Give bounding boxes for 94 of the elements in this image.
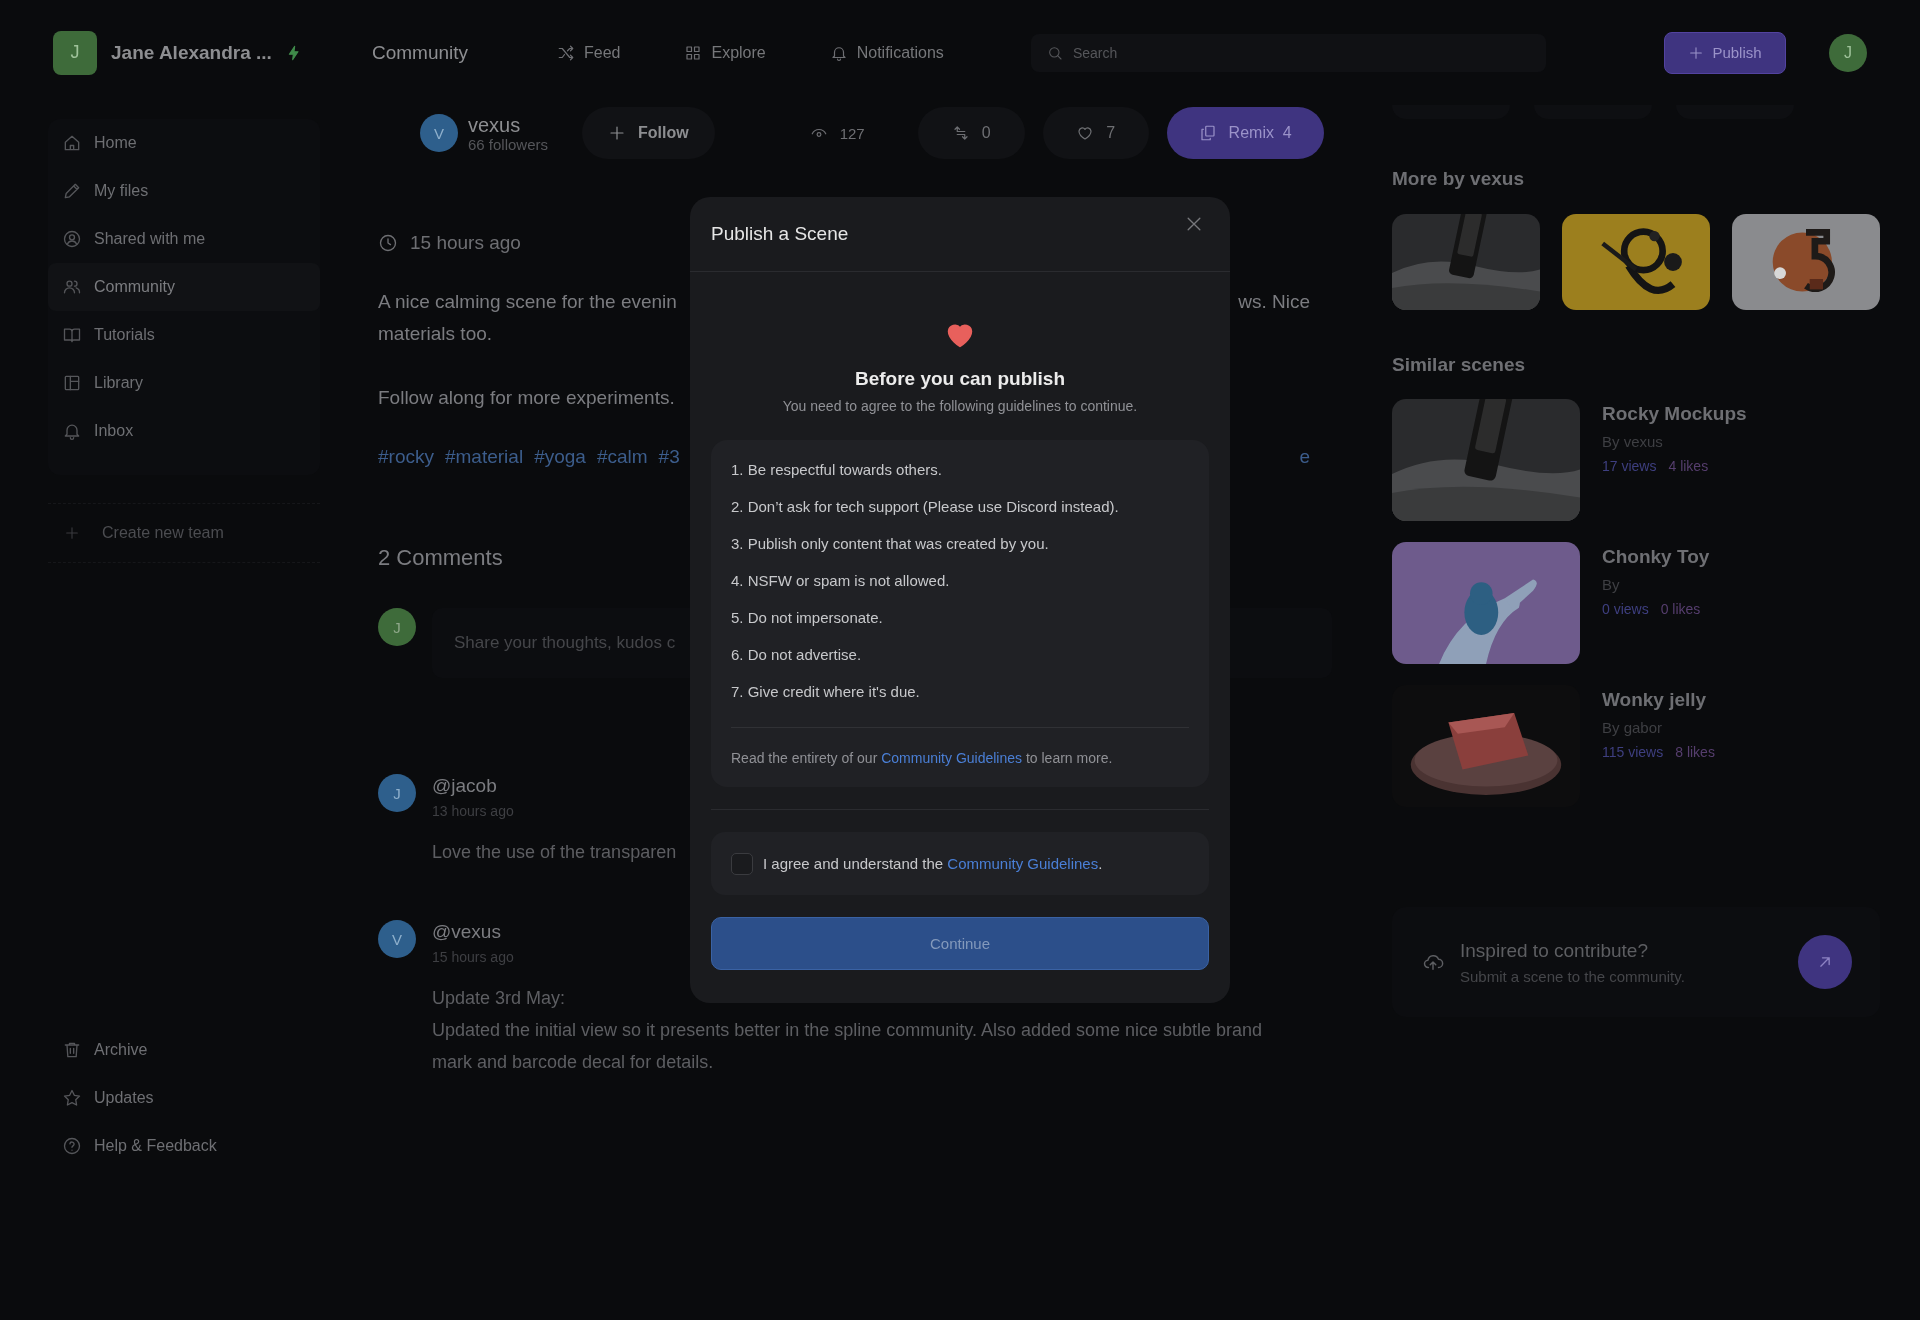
plus-icon (608, 124, 626, 142)
clock-icon (378, 233, 398, 253)
profile-avatar[interactable]: J (1829, 33, 1867, 72)
commenter-avatar[interactable]: J (378, 774, 416, 812)
guideline-text: 1. Be respectful towards others. (731, 460, 942, 480)
arrow-button[interactable] (1798, 935, 1852, 989)
author-name[interactable]: vexus (468, 113, 521, 136)
dialog-subtitle: You need to agree to the following guidelines to continue. (782, 398, 1138, 414)
dialog-heading: Before you can publish (854, 368, 1066, 390)
remix-count-button[interactable]: 0 (917, 107, 1025, 159)
comment-text: Updated the initial view so it presents better in the spline community. Also added some nice subtle brand (432, 1019, 1263, 1042)
dialog-title: Publish a Scene (711, 223, 849, 245)
guideline-text: 3. Publish only content that was created by you. (731, 534, 1049, 554)
publish-button[interactable]: Publish (1664, 31, 1786, 74)
section-heading: More by vexus (1392, 167, 1524, 191)
pencil-icon (62, 181, 82, 201)
user-avatar[interactable]: J (53, 30, 97, 75)
trash-icon (62, 1040, 82, 1060)
guideline-text: 5. Do not impersonate. (731, 608, 883, 628)
grid-icon (684, 43, 703, 62)
section-title: Community (372, 41, 470, 64)
like-button[interactable]: 7 (1042, 107, 1149, 159)
comments-heading: 2 Comments (378, 544, 503, 572)
guidelines-note: Read the entirety of our Community Guidelines to learn more. (731, 749, 1113, 766)
guideline-text: 4. NSFW or spam is not allowed. (731, 571, 950, 591)
sidebar-item[interactable]: Library (48, 359, 320, 407)
like-count: 8 likes (1675, 744, 1715, 760)
follower-count: 66 followers (468, 135, 549, 153)
guideline-text: 2. Don’t ask for tech support (Please use Discord instead). (731, 497, 1119, 517)
scene-title[interactable]: Chonky Toy (1602, 546, 1710, 568)
scene-title[interactable]: Rocky Mockups (1602, 403, 1747, 425)
author-avatar[interactable]: V (420, 114, 458, 152)
description-text: materials too. (378, 322, 493, 346)
commenter-name[interactable]: @vexus (432, 920, 501, 944)
follow-button[interactable]: Follow (582, 107, 715, 159)
tag-link[interactable]: #yoga (534, 441, 586, 473)
sidebar-item[interactable]: Tutorials (48, 311, 320, 359)
tag-link[interactable]: #material (444, 441, 524, 473)
comment-text: mark and barcode decal for details. (432, 1051, 714, 1074)
posted-time: 15 hours ago (410, 231, 521, 255)
plus-icon (64, 525, 80, 541)
sidebar-item[interactable]: Updates (48, 1074, 330, 1122)
sidebar-item[interactable]: Inbox (48, 407, 320, 455)
contribute-subtitle: Submit a scene to the community. (1460, 967, 1685, 985)
search-field[interactable]: Search (1030, 33, 1546, 72)
nav-link[interactable]: Explore (684, 39, 766, 66)
home-icon (62, 133, 82, 153)
view-count: 17 views (1602, 458, 1657, 474)
sidebar-item[interactable]: Help & Feedback (48, 1122, 330, 1170)
shuffle-icon (557, 43, 575, 62)
sidebar-item[interactable]: My files (48, 167, 320, 215)
search-icon (1046, 44, 1063, 61)
guideline-text: 7. Give credit where it's due. (731, 682, 920, 702)
guideline-text: 6. Do not advertise. (731, 645, 862, 665)
create-team-button[interactable]: Create new team (48, 524, 240, 542)
loop-icon (951, 124, 970, 142)
description-text: Follow along for more experiments. (378, 386, 675, 410)
user-circle-icon (62, 229, 82, 249)
user-avatar: J (378, 608, 416, 646)
sidebar-item[interactable]: Shared with me (48, 215, 320, 263)
guidelines-link[interactable]: Community Guidelines (881, 749, 1023, 766)
description-text: A nice calming scene for the evenin (378, 290, 677, 314)
commenter-avatar[interactable]: V (378, 920, 416, 958)
description-text: ws. Nice (1238, 290, 1310, 314)
scene-title[interactable]: Wonky jelly (1602, 689, 1707, 711)
heart-icon (1076, 124, 1095, 142)
section-heading: Similar scenes (1392, 353, 1526, 377)
copy-icon (1198, 124, 1217, 142)
view-count: 0 views (1602, 601, 1649, 617)
help-icon (62, 1136, 82, 1156)
comment-text: Update 3rd May: (432, 987, 566, 1010)
view-count: 127 (839, 124, 865, 142)
sidebar-item[interactable]: Archive (48, 1026, 330, 1074)
comment-text: Love the use of the transparen (432, 841, 677, 864)
nav-link[interactable]: Notifications (829, 39, 944, 66)
sidebar-item[interactable]: Community (48, 263, 320, 311)
star-icon (62, 1088, 82, 1108)
layout-icon (62, 373, 82, 393)
tag-link[interactable]: #rocky (378, 441, 434, 473)
like-count: 4 likes (1668, 458, 1709, 474)
nav-link[interactable]: Feed (557, 39, 621, 66)
view-count: 115 views (1602, 744, 1664, 760)
sidebar-item[interactable]: Home (48, 119, 320, 167)
remix-button[interactable]: Remix 4 (1166, 107, 1324, 159)
tag-link[interactable]: #3 (658, 441, 680, 473)
like-count: 0 likes (1660, 601, 1701, 617)
plus-icon (1688, 44, 1705, 61)
tag-link[interactable]: #calm (596, 441, 648, 473)
tag-link[interactable]: e (1299, 441, 1310, 473)
user-name[interactable]: Jane Alexandra ... (111, 41, 286, 64)
agree-checkbox[interactable] (731, 852, 753, 875)
agreement-text: I agree and understand the Community Guidelines. (763, 855, 1103, 872)
commenter-name[interactable]: @jacob (432, 774, 497, 798)
contribute-title: Inspired to contribute? (1460, 939, 1648, 962)
